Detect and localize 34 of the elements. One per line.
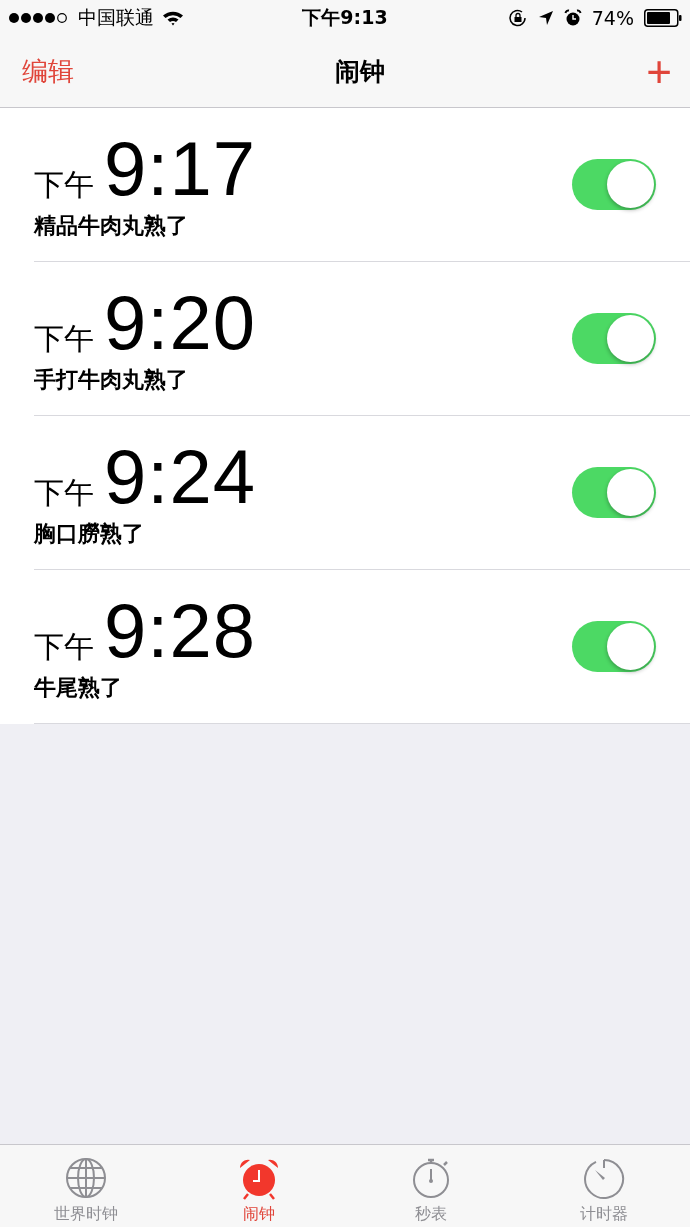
globe-icon [64,1156,109,1200]
tab-button[interactable]: 秒表 [345,1145,518,1227]
location-arrow-icon [537,10,554,26]
alarm-label: 手打牛肉丸熟了 [34,365,189,394]
alarm-period: 下午 [34,473,94,512]
toggle-switch[interactable] [572,621,656,672]
alarm-icon [563,9,582,27]
carrier-name: 中国联通 [78,5,154,30]
alarm-time: 9:17 [104,128,256,209]
alarm-period: 下午 [34,627,94,666]
battery-percentage: 74% [591,7,634,29]
tab-button[interactable]: 世界时钟 [0,1145,173,1227]
alarm-time: 9:24 [104,436,256,517]
alarm-label: 精品牛肉丸熟了 [34,211,189,240]
status-time: 下午9:13 [302,5,388,30]
alarm-period: 下午 [34,319,94,358]
timer-icon [581,1156,626,1200]
alarm-label: 胸口朥熟了 [34,519,145,548]
tab-button[interactable]: 计时器 [517,1145,690,1227]
wifi-icon [162,10,184,26]
add-button[interactable]: + [646,49,672,94]
edit-button[interactable]: 编辑 [22,54,74,89]
toggle-switch[interactable] [572,467,656,518]
screen-title: 闹钟 [335,56,386,88]
alarm-time: 9:20 [104,282,256,363]
signal-icon [8,12,70,24]
alarm-label: 牛尾熟了 [34,673,123,702]
alarm-period: 下午 [34,165,94,204]
toggle-switch[interactable] [572,313,656,364]
tab-button[interactable]: 闹钟 [172,1145,345,1227]
battery-icon [644,9,682,27]
alarm-time: 9:28 [104,590,256,671]
toggle-switch[interactable] [572,159,656,210]
rotation-lock-icon [507,9,528,27]
